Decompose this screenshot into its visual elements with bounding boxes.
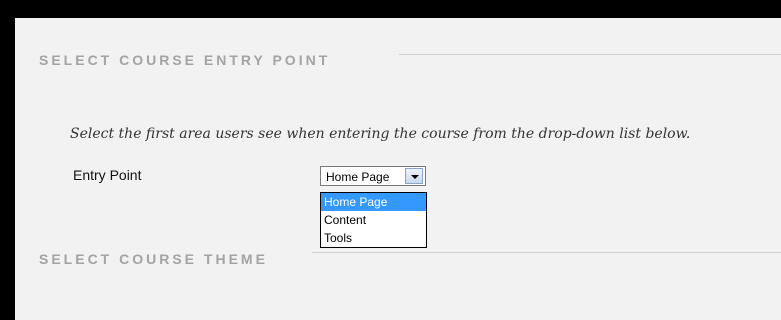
dropdown-option-content[interactable]: Content bbox=[321, 211, 426, 229]
entry-point-dropdown-list: Home Page Content Tools bbox=[320, 192, 427, 248]
course-settings-panel: SELECT COURSE ENTRY POINT Select the fir… bbox=[15, 18, 781, 320]
section-title-course-theme: SELECT COURSE THEME bbox=[39, 251, 268, 267]
entry-point-selected-value: Home Page bbox=[326, 170, 390, 184]
entry-point-select[interactable]: Home Page bbox=[320, 166, 426, 186]
dropdown-option-tools[interactable]: Tools bbox=[321, 229, 426, 247]
dropdown-option-home-page[interactable]: Home Page bbox=[321, 193, 426, 211]
chevron-down-icon[interactable] bbox=[405, 168, 423, 184]
section-title-entry-point: SELECT COURSE ENTRY POINT bbox=[39, 52, 331, 68]
entry-point-label: Entry Point bbox=[73, 167, 142, 183]
section-divider bbox=[399, 54, 781, 55]
entry-point-instructions: Select the first area users see when ent… bbox=[70, 126, 691, 142]
section-divider bbox=[312, 252, 781, 253]
